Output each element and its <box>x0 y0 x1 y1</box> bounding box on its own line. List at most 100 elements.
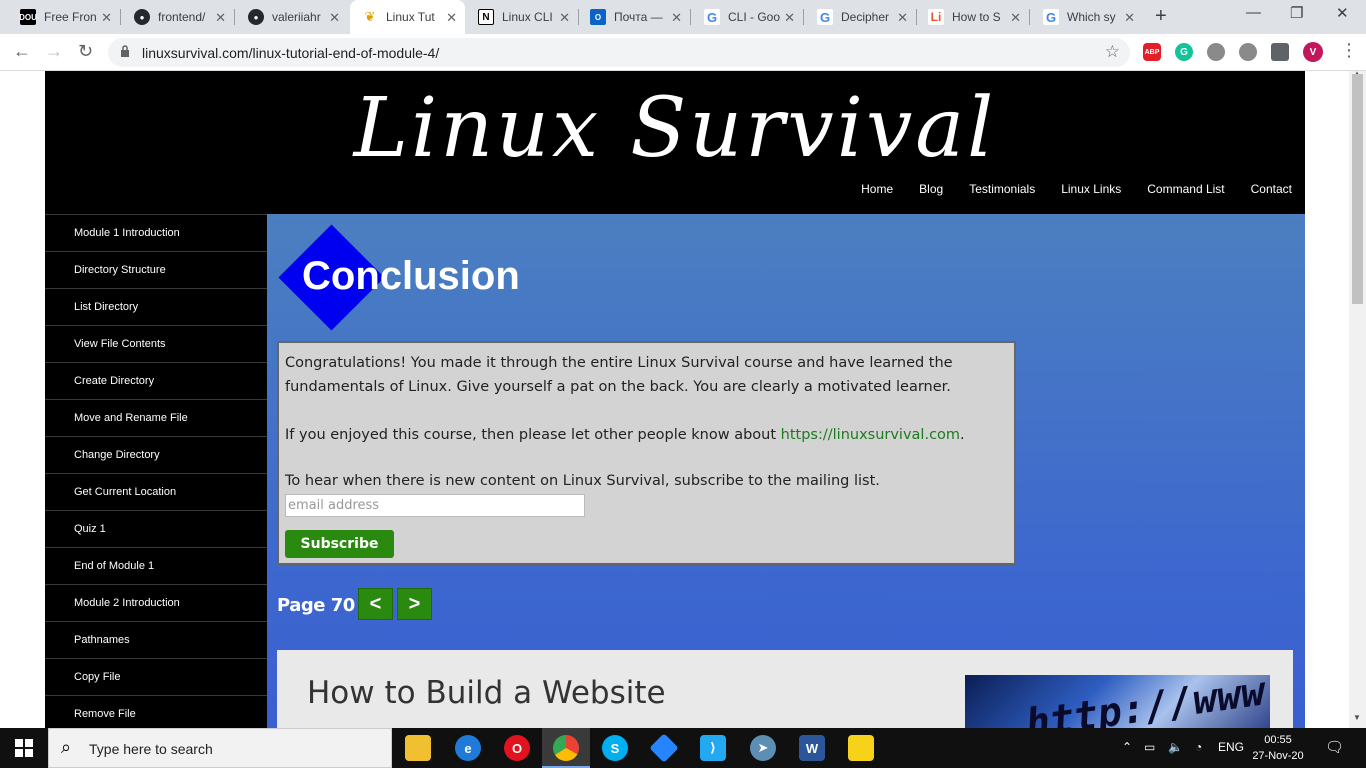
drive-extension-icon[interactable] <box>1207 43 1225 61</box>
kebab-menu-icon[interactable]: ⋮ <box>1340 40 1358 61</box>
conclusion-box: Congratulations! You made it through the… <box>277 341 1016 565</box>
site-logo[interactable]: Linux Survival <box>45 81 1305 176</box>
globe-extension-icon[interactable] <box>1239 43 1257 61</box>
word-icon[interactable]: W <box>799 735 825 761</box>
adblock-extension-icon[interactable]: ABP <box>1143 43 1161 61</box>
tab-title: Почта — <box>614 10 663 24</box>
system-clock[interactable]: 00:55 27-Nov-20 <box>1252 732 1304 764</box>
new-tab-plus-icon[interactable]: + <box>1155 5 1167 28</box>
nav-contact[interactable]: Contact <box>1251 182 1292 196</box>
sidebar-item-move-rename-file[interactable]: Move and Rename File <box>45 399 267 436</box>
edge-icon[interactable]: e <box>455 735 481 761</box>
search-placeholder[interactable]: Type here to search <box>89 741 213 757</box>
minimize-icon[interactable]: — <box>1246 4 1261 21</box>
notifications-icon[interactable]: 🗨 <box>1325 738 1344 756</box>
promo-image[interactable]: http://www <box>965 675 1270 728</box>
sidebar-item-quiz-1[interactable]: Quiz 1 <box>45 510 267 547</box>
previous-page-button[interactable]: < <box>358 588 393 620</box>
windows-start-icon[interactable] <box>15 739 33 757</box>
site-header: Linux Survival Home Blog Testimonials Li… <box>45 71 1305 214</box>
vscode-icon[interactable]: ⟩ <box>700 735 726 761</box>
window-close-icon[interactable]: ✕ <box>1336 4 1349 22</box>
nav-linux-links[interactable]: Linux Links <box>1061 182 1121 196</box>
skype-icon[interactable]: S <box>602 735 628 761</box>
google-icon: G <box>1043 9 1059 25</box>
nav-blog[interactable]: Blog <box>919 182 943 196</box>
linuxsurvival-link[interactable]: https://linuxsurvival.com <box>781 427 960 443</box>
email-field[interactable]: email address <box>285 494 585 517</box>
sidebar-item-end-of-module-1[interactable]: End of Module 1 <box>45 547 267 584</box>
chevron-up-icon[interactable]: ⌃ <box>1122 740 1132 754</box>
sidebar-item-view-file-contents[interactable]: View File Contents <box>45 325 267 362</box>
url-text[interactable]: linuxsurvival.com/linux-tutorial-end-of-… <box>142 45 439 61</box>
back-arrow-icon[interactable]: ← <box>13 41 31 62</box>
browser-tab[interactable]: DOU Free Fron ✕ <box>0 0 120 34</box>
battery-icon[interactable]: ▭ <box>1144 740 1155 754</box>
sidebar-item-module-1-introduction[interactable]: Module 1 Introduction <box>45 214 267 251</box>
browser-tab[interactable]: G Decipher ✕ <box>803 0 916 34</box>
browser-tab[interactable]: O Почта — ✕ <box>578 0 690 34</box>
browser-tab[interactable]: G CLI - Goo ✕ <box>690 0 803 34</box>
language-indicator[interactable]: ENG <box>1218 740 1244 754</box>
close-icon[interactable]: ✕ <box>329 10 340 26</box>
sidebar-item-copy-file[interactable]: Copy File <box>45 658 267 695</box>
restore-icon[interactable]: ❐ <box>1290 4 1303 22</box>
sourcetree-icon[interactable] <box>649 733 679 763</box>
close-icon[interactable]: ✕ <box>559 10 570 26</box>
subscribe-button[interactable]: Subscribe <box>285 530 394 558</box>
browser-tab[interactable]: N Linux CLI ✕ <box>466 0 578 34</box>
browser-tab[interactable]: ● frontend/ ✕ <box>120 0 234 34</box>
address-bar[interactable]: linuxsurvival.com/linux-tutorial-end-of-… <box>108 38 1130 67</box>
taskbar-search-box[interactable]: ⌕ Type here to search <box>48 728 392 768</box>
profile-avatar[interactable]: V <box>1303 42 1323 62</box>
next-page-button[interactable]: > <box>397 588 432 620</box>
browser-tab[interactable]: G Which sy ✕ <box>1029 0 1143 34</box>
congratulations-text: Congratulations! You made it through the… <box>285 355 953 395</box>
vertical-scrollbar[interactable]: ▲ ▼ <box>1349 71 1366 728</box>
forward-arrow-icon[interactable]: → <box>45 41 63 62</box>
grammarly-extension-icon[interactable]: G <box>1175 43 1193 61</box>
scrollbar-thumb[interactable] <box>1352 74 1363 304</box>
scroll-down-arrow-icon[interactable]: ▼ <box>1353 713 1361 722</box>
sidebar-item-create-directory[interactable]: Create Directory <box>45 362 267 399</box>
sidebar-item-pathnames[interactable]: Pathnames <box>45 621 267 658</box>
sidebar-item-list-directory[interactable]: List Directory <box>45 288 267 325</box>
close-icon[interactable]: ✕ <box>446 10 457 26</box>
sidebar-item-directory-structure[interactable]: Directory Structure <box>45 251 267 288</box>
page-title: Conclusion <box>302 254 520 298</box>
notion-icon: N <box>478 9 494 25</box>
nav-home[interactable]: Home <box>861 182 893 196</box>
bookmark-star-icon[interactable]: ☆ <box>1105 42 1120 62</box>
google-icon: G <box>817 9 833 25</box>
sticky-notes-icon[interactable] <box>848 735 874 761</box>
close-icon[interactable]: ✕ <box>671 10 682 26</box>
browser-tab[interactable]: Li How to S ✕ <box>916 0 1029 34</box>
nav-command-list[interactable]: Command List <box>1147 182 1224 196</box>
close-icon[interactable]: ✕ <box>1124 10 1135 26</box>
close-icon[interactable]: ✕ <box>784 10 795 26</box>
dou-icon: DOU <box>19 9 37 25</box>
close-icon[interactable]: ✕ <box>1010 10 1021 26</box>
promo-card[interactable]: How to Build a Website http://www <box>277 650 1293 728</box>
sidebar-item-get-current-location[interactable]: Get Current Location <box>45 473 267 510</box>
puzzle-extensions-icon[interactable] <box>1271 43 1289 61</box>
close-icon[interactable]: ✕ <box>897 10 908 26</box>
chrome-icon[interactable] <box>553 735 579 761</box>
close-icon[interactable]: ✕ <box>101 10 112 26</box>
clock-time: 00:55 <box>1264 734 1292 746</box>
telegram-icon[interactable]: ➤ <box>750 735 776 761</box>
sidebar-item-module-2-introduction[interactable]: Module 2 Introduction <box>45 584 267 621</box>
wifi-icon[interactable]: ◔ <box>1195 740 1202 754</box>
share-text-prefix: If you enjoyed this course, then please … <box>285 427 781 443</box>
file-explorer-icon[interactable] <box>405 735 431 761</box>
close-icon[interactable]: ✕ <box>215 10 226 26</box>
sidebar-item-remove-file[interactable]: Remove File <box>45 695 267 728</box>
browser-tab[interactable]: ● valeriiahr ✕ <box>234 0 348 34</box>
opera-icon[interactable]: O <box>504 735 530 761</box>
browser-tab-active[interactable]: ❦ Linux Tut ✕ <box>350 0 465 34</box>
reload-icon[interactable]: ↻ <box>78 41 93 62</box>
sidebar-item-change-directory[interactable]: Change Directory <box>45 436 267 473</box>
nav-testimonials[interactable]: Testimonials <box>969 182 1035 196</box>
promo-title[interactable]: How to Build a Website <box>307 675 666 711</box>
volume-icon[interactable]: 🔈 <box>1168 740 1183 754</box>
